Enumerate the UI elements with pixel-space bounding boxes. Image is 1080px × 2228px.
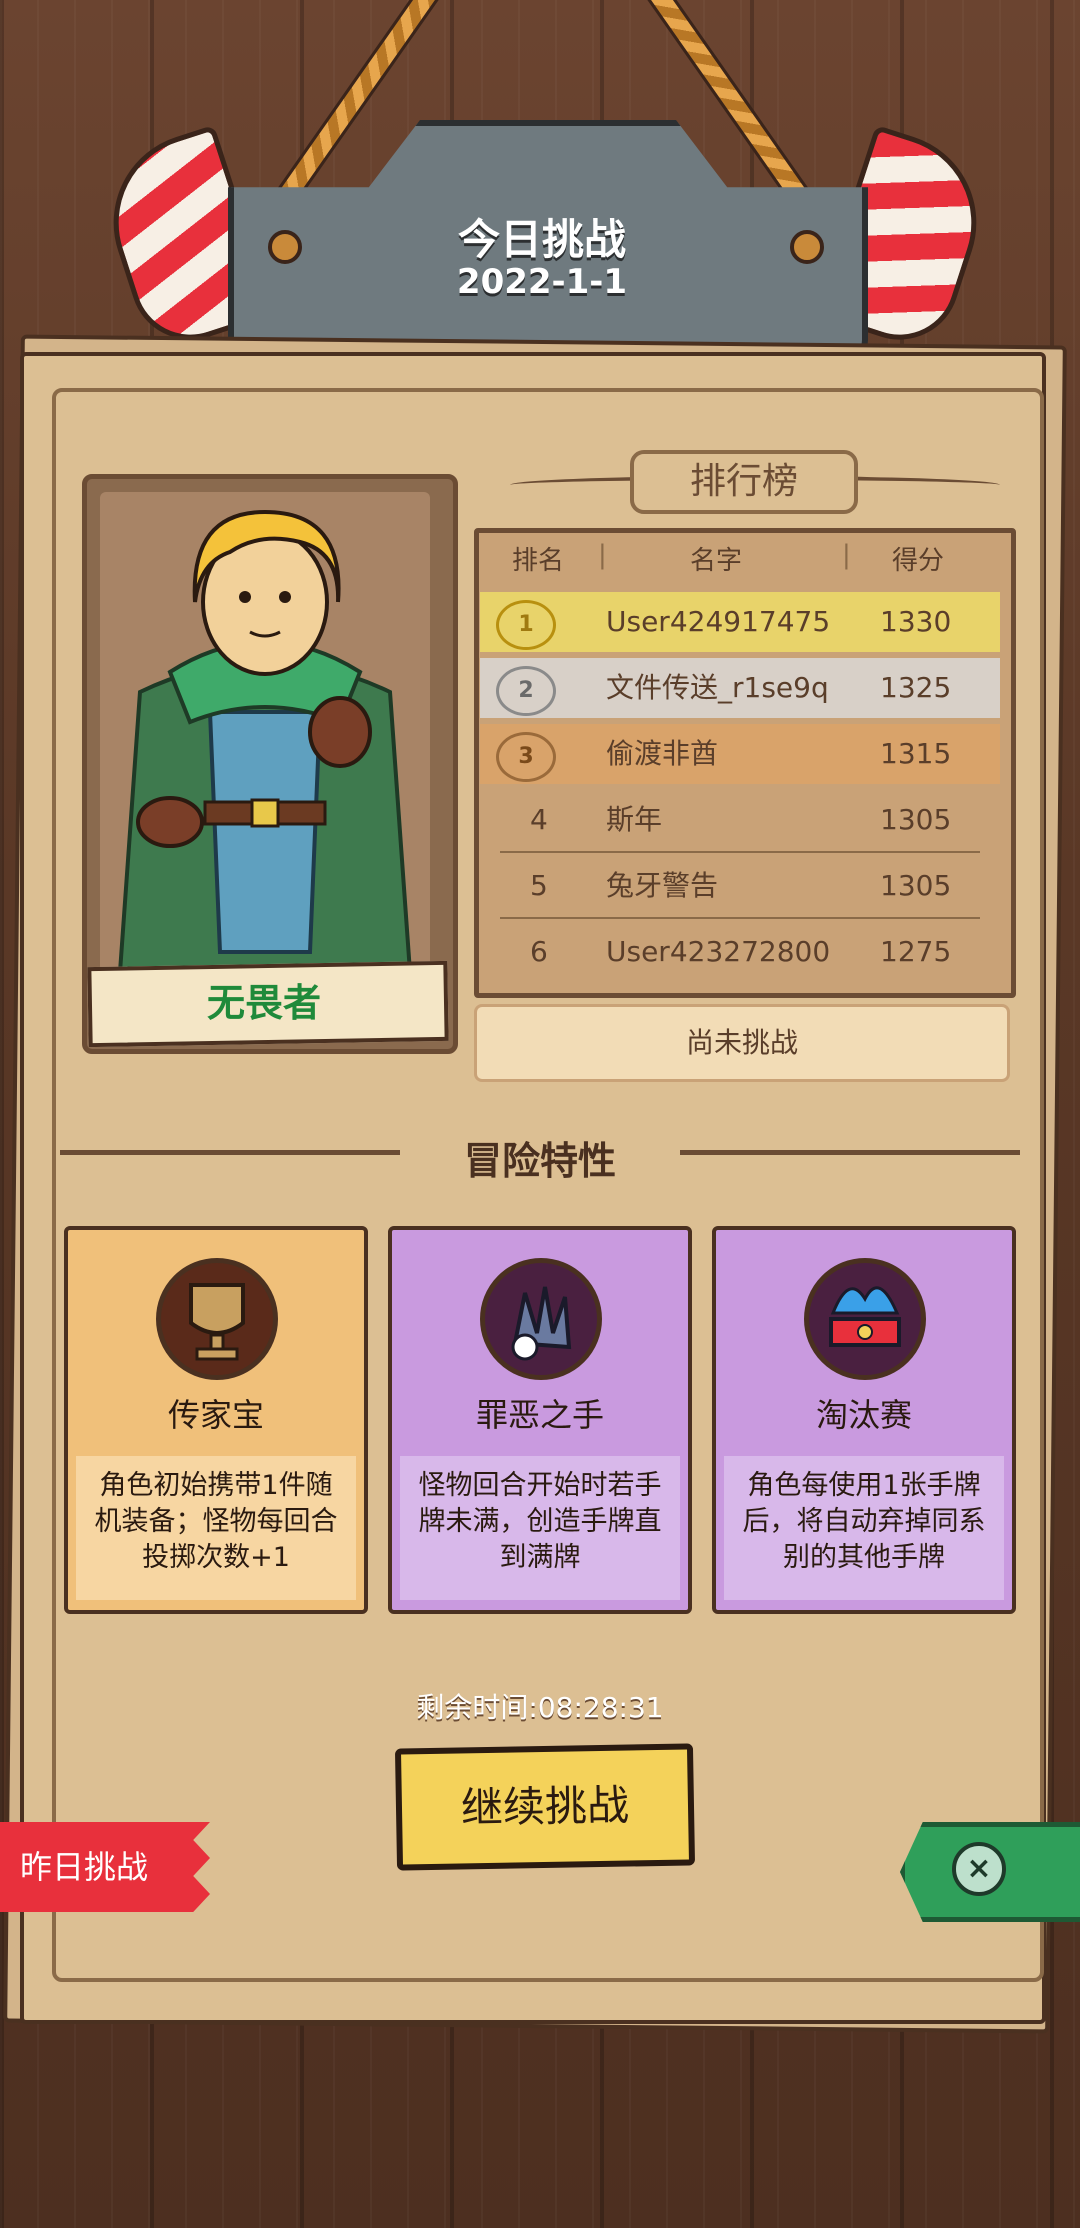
page-title: 今日挑战 bbox=[457, 215, 626, 264]
trait-description: 角色每使用1张手牌后，将自动弃掉同系别的其他手牌 bbox=[724, 1456, 1004, 1600]
player-score: 1330 bbox=[880, 605, 952, 638]
column-divider: | bbox=[598, 540, 607, 570]
player-name: 斯年 bbox=[606, 803, 663, 836]
leaderboard-title: 排行榜 bbox=[630, 450, 858, 514]
row-divider bbox=[500, 917, 980, 919]
column-score: 得分 bbox=[892, 546, 945, 576]
traits-ornament-left bbox=[60, 1150, 400, 1185]
gold-medal-icon: 1 bbox=[496, 600, 556, 650]
trait-card-sinful-hand[interactable]: 罪恶之手 怪物回合开始时若手牌未满，创造手牌直到满牌 bbox=[388, 1226, 692, 1614]
trait-description: 怪物回合开始时若手牌未满，创造手牌直到满牌 bbox=[400, 1456, 680, 1600]
row-divider bbox=[500, 851, 980, 853]
my-rank-status: 尚未挑战 bbox=[474, 1004, 1010, 1082]
challenge-date: 2022-1-1 bbox=[456, 262, 628, 302]
leaderboard-row[interactable]: 5 兔牙警告 1305 bbox=[480, 856, 1000, 919]
leaderboard-row[interactable]: 2 文件传送_r1se9q 1325 bbox=[480, 658, 1000, 718]
column-divider: | bbox=[842, 540, 851, 570]
player-rank: 4 bbox=[530, 803, 548, 836]
player-rank: 6 bbox=[530, 935, 548, 968]
player-score: 1325 bbox=[880, 671, 952, 704]
trait-card-knockout[interactable]: 淘汰赛 角色每使用1张手牌后，将自动弃掉同系别的其他手牌 bbox=[712, 1226, 1016, 1614]
silver-medal-icon: 2 bbox=[496, 666, 556, 716]
yesterday-challenge-button[interactable]: 昨日挑战 bbox=[0, 1822, 210, 1912]
player-rank: 5 bbox=[530, 869, 548, 902]
player-score: 1305 bbox=[880, 869, 952, 902]
remaining-time: 剩余时间:08:28:31 bbox=[416, 1691, 664, 1724]
close-icon[interactable]: × bbox=[952, 1842, 1006, 1896]
player-score: 1305 bbox=[880, 803, 952, 836]
leaderboard-header: 排名 | 名字 | 得分 bbox=[474, 540, 1016, 584]
leaderboard-row[interactable]: 3 偷渡非酋 1315 bbox=[480, 724, 1000, 784]
trait-name: 淘汰赛 bbox=[815, 1396, 912, 1434]
title-sign-content: 今日挑战 2022-1-1 bbox=[248, 130, 836, 330]
leaderboard-row[interactable]: 1 User424917475 1330 bbox=[480, 592, 1000, 652]
column-rank: 排名 bbox=[512, 546, 565, 576]
bronze-medal-icon: 3 bbox=[496, 732, 556, 782]
player-name: User424917475 bbox=[606, 605, 831, 638]
leaderboard-row[interactable]: 6 User423272800 1275 bbox=[480, 922, 1000, 982]
trait-name: 罪恶之手 bbox=[475, 1396, 604, 1434]
flaming-crown-icon bbox=[804, 1258, 926, 1380]
player-name: 偷渡非酋 bbox=[606, 737, 719, 770]
claw-icon bbox=[480, 1258, 602, 1380]
continue-challenge-button[interactable]: 继续挑战 bbox=[394, 1743, 696, 1871]
traits-title: 冒险特性 bbox=[463, 1139, 616, 1183]
hero-name: 无畏者 bbox=[206, 981, 321, 1025]
leaderboard-row[interactable]: 4 斯年 1305 bbox=[480, 790, 1000, 853]
traits-ornament-right bbox=[680, 1150, 1020, 1185]
hero-portrait bbox=[100, 492, 430, 972]
player-score: 1275 bbox=[880, 935, 952, 968]
player-name: 文件传送_r1se9q bbox=[606, 671, 829, 704]
goblet-icon bbox=[156, 1258, 278, 1380]
player-name: User423272800 bbox=[606, 935, 831, 968]
trait-description: 角色初始携带1件随机装备；怪物每回合投掷次数+1 bbox=[76, 1456, 356, 1600]
player-name: 兔牙警告 bbox=[606, 869, 719, 902]
trait-name: 传家宝 bbox=[167, 1396, 264, 1434]
column-name: 名字 bbox=[690, 546, 743, 576]
trait-card-heirloom[interactable]: 传家宝 角色初始携带1件随机装备；怪物每回合投掷次数+1 bbox=[64, 1226, 368, 1614]
player-score: 1315 bbox=[880, 737, 952, 770]
